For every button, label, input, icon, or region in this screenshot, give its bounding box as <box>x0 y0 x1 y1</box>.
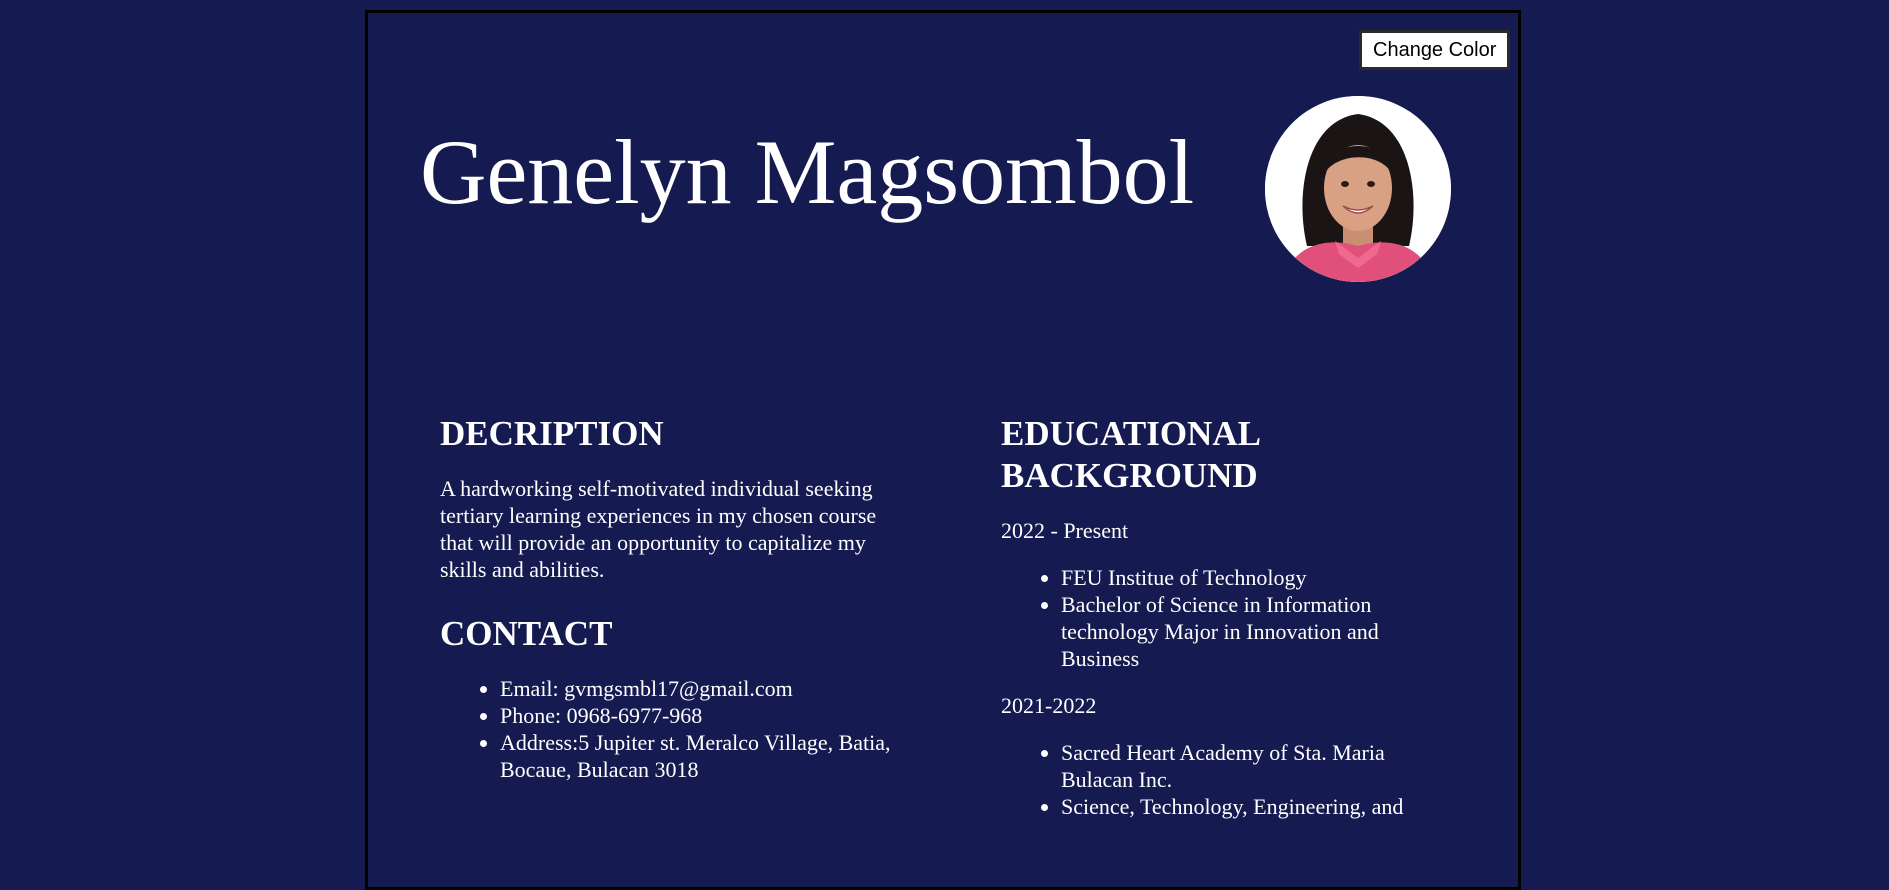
education-list: Sacred Heart Academy of Sta. Maria Bulac… <box>1001 739 1441 820</box>
description-text: A hardworking self-motivated individual … <box>440 476 877 582</box>
description-heading: DECRIPTION <box>440 414 664 453</box>
change-color-button[interactable]: Change Color <box>1359 30 1511 70</box>
list-item: FEU Institue of Technology <box>1061 564 1441 591</box>
list-item: Science, Technology, Engineering, and <box>1061 793 1441 820</box>
list-item: Bachelor of Science in Information techn… <box>1061 591 1441 672</box>
contact-list: Email: gvmgsmbl17@gmail.com Phone: 0968-… <box>440 675 900 783</box>
profile-photo <box>1265 96 1451 282</box>
contact-email: Email: gvmgsmbl17@gmail.com <box>500 675 900 702</box>
contact-phone: Phone: 0968-6977-968 <box>500 702 900 729</box>
education-years: 2021-2022 <box>1001 693 1097 718</box>
contact-heading: CONTACT <box>440 614 613 653</box>
right-column: EDUCATIONAL BACKGROUND 2022 - Present FE… <box>1001 413 1441 840</box>
education-heading: EDUCATIONAL BACKGROUND <box>1001 414 1260 495</box>
resume-card: Change Color Genelyn Magsombol DECRIPTIO… <box>365 10 1521 890</box>
list-item: Sacred Heart Academy of Sta. Maria Bulac… <box>1061 739 1441 793</box>
page-title: Genelyn Magsombol <box>420 121 1195 223</box>
avatar <box>1265 96 1451 282</box>
contact-address: Address:5 Jupiter st. Meralco Village, B… <box>500 729 900 783</box>
education-list: FEU Institue of Technology Bachelor of S… <box>1001 564 1441 672</box>
left-column: DECRIPTION A hardworking self-motivated … <box>440 413 900 803</box>
education-years: 2022 - Present <box>1001 518 1129 543</box>
